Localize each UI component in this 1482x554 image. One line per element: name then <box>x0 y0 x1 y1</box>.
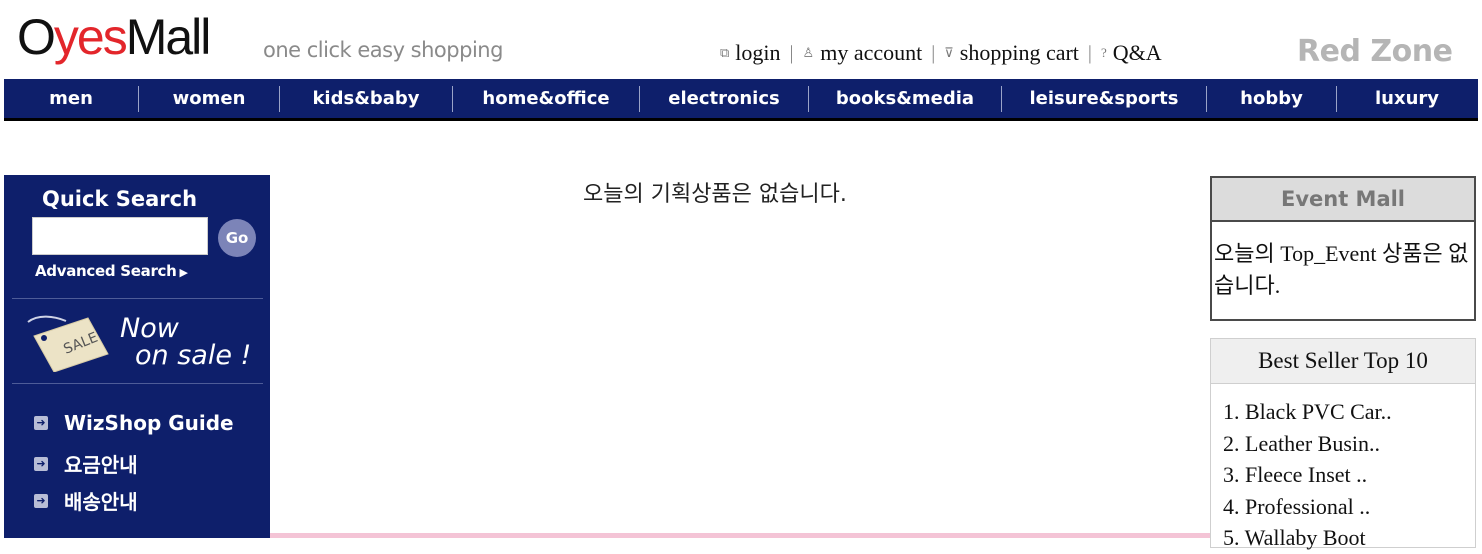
left-sidebar: Quick Search Go Advanced Search ▶ SALE No… <box>4 175 270 538</box>
best-seller-box: Best Seller Top 10 1. Black PVC Car.. 2.… <box>1210 338 1476 550</box>
qna-label: Q&A <box>1112 40 1162 65</box>
sidebar-divider <box>12 298 263 299</box>
now-on-sale-line2: on sale ! <box>135 340 252 371</box>
best-seller-list: 1. Black PVC Car.. 2. Leather Busin.. 3.… <box>1211 384 1475 554</box>
best-seller-item[interactable]: 4. Professional .. <box>1223 491 1475 523</box>
advanced-search-link[interactable]: Advanced Search ▶ <box>35 262 188 280</box>
login-icon: ⧉ <box>720 45 730 60</box>
now-on-sale[interactable]: Now on sale ! <box>120 315 251 369</box>
separator: | <box>931 41 936 64</box>
site-logo[interactable]: OyesMall <box>17 8 212 66</box>
best-seller-item[interactable]: 1. Black PVC Car.. <box>1223 396 1475 428</box>
cart-icon: ⊽ <box>944 45 954 60</box>
logo-text-yes: yes <box>53 9 128 65</box>
shopping-cart-link[interactable]: ⊽ shopping cart <box>944 40 1079 66</box>
guide-link-shipping[interactable]: ➜ 배송안내 <box>34 486 138 515</box>
guide-link-fees[interactable]: ➜ 요금안내 <box>34 449 138 478</box>
qna-link[interactable]: ? Q&A <box>1101 40 1162 66</box>
quick-search-title: Quick Search <box>42 187 198 211</box>
nav-women[interactable]: women <box>139 88 279 109</box>
my-account-label: my account <box>820 40 923 65</box>
sidebar-divider <box>12 383 263 384</box>
guide-link-label: WizShop Guide <box>64 411 234 435</box>
question-icon: ? <box>1100 45 1107 60</box>
separator: | <box>789 41 794 64</box>
advanced-search-label: Advanced Search <box>35 262 177 280</box>
guide-link-label: 요금안내 <box>64 453 138 477</box>
my-account-link[interactable]: ♙ my account <box>803 40 923 66</box>
no-products-message: 오늘의 기획상품은 없습니다. <box>583 182 847 207</box>
person-icon: ♙ <box>802 45 815 60</box>
logo-text-mall: Mall <box>125 9 212 65</box>
nav-home-office[interactable]: home&office <box>453 88 639 109</box>
nav-hobby[interactable]: hobby <box>1207 88 1336 109</box>
go-button[interactable]: Go <box>218 219 256 257</box>
triangle-right-icon: ▶ <box>179 266 188 279</box>
nav-luxury[interactable]: luxury <box>1337 88 1477 109</box>
best-seller-item[interactable]: 3. Fleece Inset .. <box>1223 459 1475 491</box>
separator: | <box>1087 41 1092 64</box>
sale-tag-icon[interactable]: SALE <box>24 312 110 372</box>
logo-text-o: O <box>17 9 56 65</box>
nav-leisure-sports[interactable]: leisure&sports <box>1002 88 1206 109</box>
guide-link-label: 배송안내 <box>64 490 138 514</box>
nav-electronics[interactable]: electronics <box>640 88 808 109</box>
event-mall-message: 오늘의 Top_Event 상품은 없습니다. <box>1214 241 1469 298</box>
red-zone-link[interactable]: Red Zone <box>1297 34 1453 69</box>
site-tagline: one click easy shopping <box>263 38 503 62</box>
now-on-sale-line1: Now <box>120 313 179 344</box>
top-links: ⧉ login | ♙ my account | ⊽ shopping cart… <box>720 40 1162 66</box>
shopping-cart-label: shopping cart <box>959 40 1079 65</box>
login-label: login <box>735 40 781 65</box>
nav-men[interactable]: men <box>4 88 138 109</box>
event-mall-box: Event Mall 오늘의 Top_Event 상품은 없습니다. <box>1210 176 1476 321</box>
login-link[interactable]: ⧉ login <box>720 40 781 66</box>
event-mall-title[interactable]: Event Mall <box>1212 178 1474 222</box>
guide-link-wizshop[interactable]: ➜ WizShop Guide <box>34 411 234 435</box>
content-divider <box>270 533 1210 538</box>
quick-search-input[interactable] <box>32 217 208 255</box>
arrow-right-icon: ➜ <box>34 416 48 430</box>
best-seller-item[interactable]: 2. Leather Busin.. <box>1223 428 1475 460</box>
category-nav: men women kids&baby home&office electron… <box>4 79 1478 121</box>
nav-books-media[interactable]: books&media <box>809 88 1001 109</box>
best-seller-title: Best Seller Top 10 <box>1211 339 1475 384</box>
arrow-right-icon: ➜ <box>34 456 48 471</box>
arrow-right-icon: ➜ <box>34 493 48 508</box>
nav-kids-baby[interactable]: kids&baby <box>280 88 452 109</box>
